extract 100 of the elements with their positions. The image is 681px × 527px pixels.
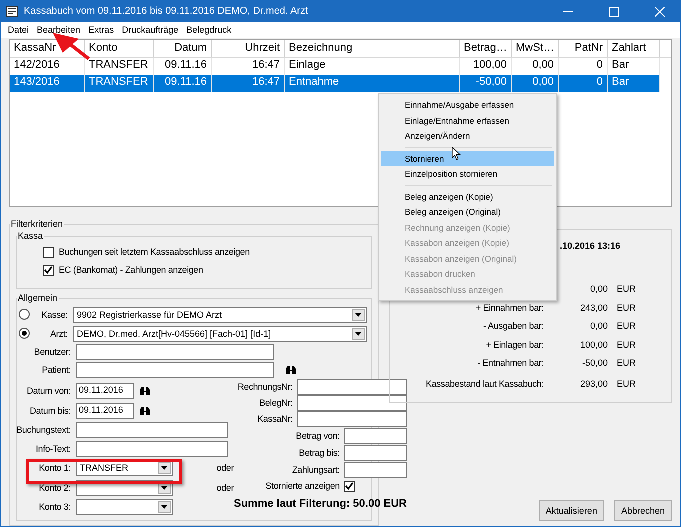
caret-icon: [161, 505, 168, 509]
group-title: Filterkriterien: [10, 219, 64, 229]
checkbox-label: Stornierte anzeigen: [264, 481, 340, 491]
context-menu-item[interactable]: Beleg anzeigen (Original): [381, 204, 554, 220]
summary-value: 0,00: [589, 284, 608, 294]
summary-header: .10.2016 13:16: [560, 241, 621, 251]
radio-button[interactable]: [19, 309, 30, 320]
field-label: Datum von:: [26, 386, 71, 396]
summary-value: -50,00: [581, 358, 608, 368]
menu-item[interactable]: Extras: [86, 25, 120, 35]
currency-label: EUR: [616, 321, 636, 332]
dropdown[interactable]: 9902 Registrierkasse für DEMO Arzt: [73, 306, 367, 322]
currency-label: EUR: [616, 358, 636, 368]
text-field[interactable]: [344, 444, 407, 460]
text-field[interactable]: [344, 428, 407, 444]
field-label: Benutzer:: [33, 347, 71, 357]
menu-item[interactable]: Belegdruck: [184, 25, 237, 35]
table-cell: Bar: [608, 75, 660, 92]
context-menu-item[interactable]: Stornieren: [381, 150, 554, 166]
text-field[interactable]: [76, 344, 274, 360]
action-button[interactable]: Aktualisieren: [538, 500, 604, 521]
dropdown[interactable]: DEMO, Dr.med. Arzt[Hv-045566] [Fach-01] [Id-1]: [73, 326, 367, 342]
group-title: Kassa: [17, 231, 44, 241]
action-button[interactable]: Abbrechen: [614, 500, 672, 521]
menu-item[interactable]: Druckaufträge: [119, 25, 184, 35]
pointer-icon: [452, 147, 461, 161]
checkbox[interactable]: [43, 246, 54, 258]
summary-label: + Einnahmen bar:: [474, 302, 544, 313]
text-field[interactable]: [296, 411, 407, 427]
summary-value: 0,00: [589, 321, 608, 332]
table-cell: 0: [559, 75, 608, 92]
field-label: Konto 1:: [38, 463, 71, 473]
table-cell: Entnahme: [285, 75, 460, 92]
field-label: Zahlungsart:: [291, 464, 340, 474]
filter-sum: Summe laut Filterung: 50.00 EUR: [234, 498, 407, 510]
caret-icon: [161, 486, 168, 490]
field-label: Konto 3:: [38, 502, 71, 512]
maximize-icon[interactable]: [609, 6, 619, 16]
date-field[interactable]: 09.11.2016: [76, 403, 134, 419]
field-label: Arzt:: [49, 328, 68, 338]
minimize-icon[interactable]: [563, 10, 573, 12]
table-cell: TRANSFER: [85, 75, 154, 92]
table-cell: 09.11.16: [154, 75, 212, 92]
context-menu-item[interactable]: Einzelposition stornieren: [381, 166, 554, 182]
field-label: RechnungsNr:: [236, 382, 293, 392]
table-cell: 143/2016: [10, 75, 85, 92]
text-field[interactable]: [296, 395, 407, 411]
field-label: Info-Text:: [34, 444, 71, 454]
summary-value: 243,00: [579, 302, 608, 313]
currency-label: EUR: [616, 340, 636, 350]
checkbox-label: EC (Bankomat) - Zahlungen anzeigen: [59, 265, 204, 275]
field-label: BelegNr:: [258, 398, 293, 408]
summary-label: Kassabestand laut Kassabuch:: [425, 378, 544, 388]
menu-item[interactable]: Datei: [5, 25, 34, 35]
field-label: Patient:: [41, 365, 71, 375]
text-field[interactable]: [296, 379, 407, 395]
field-label: Buchungstext:: [16, 425, 71, 435]
field-label: Datum bis:: [28, 406, 71, 416]
summary-label: - Ausgaben bar:: [482, 321, 544, 332]
menu-item[interactable]: Bearbeiten: [34, 25, 86, 35]
currency-label: EUR: [616, 378, 636, 388]
radio-button[interactable]: [19, 328, 30, 339]
date-field[interactable]: 09.11.2016: [76, 383, 134, 399]
caret-icon: [355, 312, 362, 316]
binoculars-icon[interactable]: [139, 406, 151, 416]
field-label: Betrag von:: [295, 430, 340, 440]
currency-label: EUR: [616, 302, 636, 313]
context-menu-item[interactable]: Einlage/Entnahme erfassen: [381, 112, 554, 128]
context-menu-item[interactable]: Anzeigen/Ändern: [381, 128, 554, 144]
text-field[interactable]: [76, 362, 274, 378]
summary-value: 293,00: [579, 378, 608, 388]
checkbox-label: Buchungen seit letztem Kassaabschluss anzeigen: [59, 247, 251, 257]
or-label: oder: [216, 483, 234, 493]
field-label: Konto 2:: [38, 483, 71, 493]
caret-icon: [161, 466, 168, 470]
summary-value: 100,00: [579, 340, 608, 350]
app-icon: [6, 6, 18, 17]
checkbox[interactable]: [43, 264, 54, 276]
window-title: Kassabuch vom 09.11.2016 bis 09.11.2016 DEMO, Dr.med. Arzt: [24, 6, 310, 17]
text-field[interactable]: [76, 440, 228, 456]
text-field[interactable]: [344, 462, 407, 478]
field-label: KassaNr:: [256, 414, 293, 424]
binoculars-icon[interactable]: [285, 365, 297, 375]
konto-dropdown[interactable]: [76, 499, 173, 515]
summary-label: - Entnahmen bar:: [476, 358, 544, 368]
table-cell: 0,00: [512, 75, 559, 92]
table-cell: -50,00: [460, 75, 512, 92]
table-cell: 16:47: [212, 75, 285, 92]
context-menu-item[interactable]: Einnahme/Ausgabe erfassen: [381, 97, 554, 112]
field-label: Kasse:: [40, 310, 68, 320]
text-field[interactable]: [76, 422, 228, 438]
summary-label: + Einlagen bar:: [485, 340, 544, 350]
binoculars-icon[interactable]: [139, 386, 151, 396]
checkbox[interactable]: [344, 480, 355, 492]
or-label: oder: [216, 463, 234, 473]
currency-label: EUR: [616, 284, 636, 294]
close-icon[interactable]: [655, 6, 665, 16]
field-label: Betrag bis:: [298, 448, 340, 458]
context-menu-item[interactable]: Beleg anzeigen (Kopie): [381, 188, 554, 204]
table-row[interactable]: 143/2016 TRANSFER 09.11.16 16:47 Entnahme -50,00 0,00 0 Bar: [10, 75, 660, 92]
